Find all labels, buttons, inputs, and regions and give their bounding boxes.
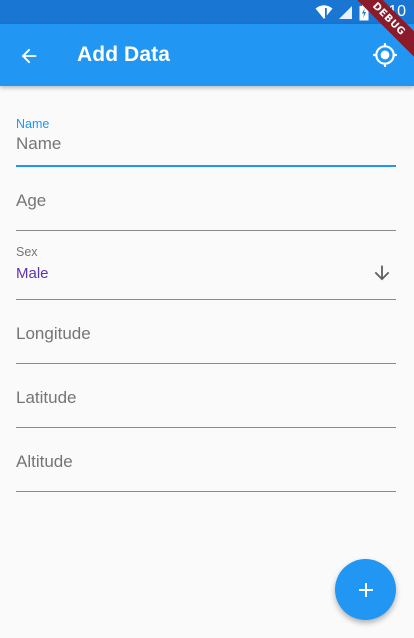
altitude-input[interactable] (16, 452, 396, 472)
latitude-input[interactable] (16, 388, 396, 408)
altitude-field (16, 428, 396, 492)
sex-dropdown-label: Sex (16, 245, 38, 259)
sex-dropdown[interactable]: Sex Male (16, 231, 396, 300)
add-button[interactable] (335, 559, 396, 620)
status-bar: 6:10 (0, 0, 414, 24)
arrow-downward-icon[interactable] (370, 261, 394, 285)
name-field: Name (16, 86, 396, 167)
age-input[interactable] (16, 191, 396, 211)
add-data-form: Name Sex Male (16, 86, 396, 492)
wifi-icon (315, 5, 333, 19)
page-title: Add Data (77, 43, 170, 66)
name-input[interactable] (16, 134, 396, 154)
longitude-field (16, 300, 396, 364)
app-bar: Add Data (0, 24, 414, 86)
signal-icon (338, 5, 352, 19)
name-field-label: Name (16, 117, 50, 131)
age-field (16, 167, 396, 231)
back-button[interactable] (14, 41, 44, 71)
latitude-field (16, 364, 396, 428)
sex-dropdown-value[interactable]: Male (16, 265, 49, 282)
gps-fixed-icon (373, 43, 397, 67)
location-button[interactable] (370, 40, 400, 70)
add-icon (358, 582, 373, 597)
arrow-back-icon (21, 48, 37, 64)
longitude-input[interactable] (16, 324, 396, 344)
